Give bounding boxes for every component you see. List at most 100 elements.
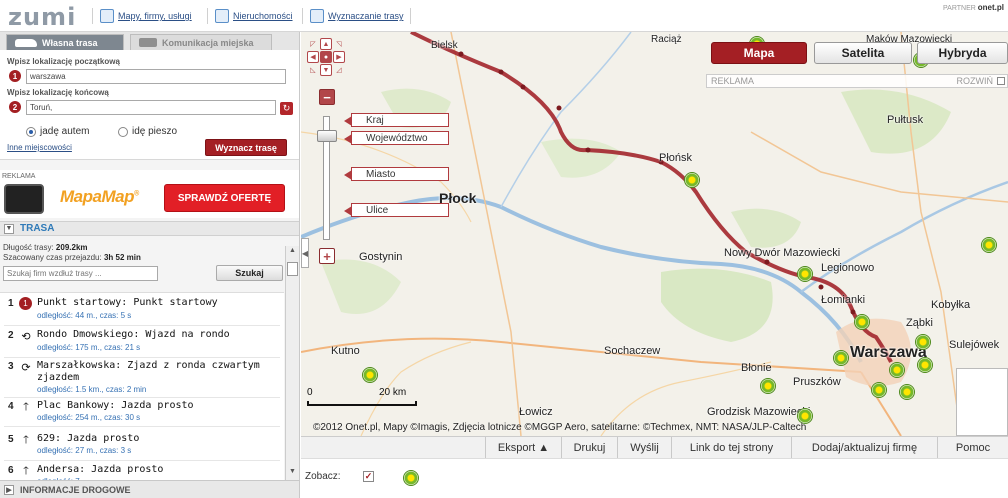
tab-public-transport-label: Komunikacja miejska (162, 37, 254, 48)
search-along-route-input[interactable] (3, 266, 158, 281)
bp-station-icon[interactable] (833, 350, 849, 366)
expand-triangle-icon[interactable]: ▶ (4, 484, 14, 495)
bp-station-icon[interactable] (917, 357, 933, 373)
pan-down-right-icon[interactable]: ◿ (333, 64, 345, 76)
bp-station-icon[interactable] (915, 334, 931, 350)
scroll-thumb[interactable] (287, 262, 298, 276)
map-type-satellite-button[interactable]: Satelita (814, 42, 912, 64)
bp-station-icon[interactable] (797, 266, 813, 282)
map-ad-strip[interactable]: REKLAMA ROZWIŃ (706, 74, 1008, 88)
pan-up-icon[interactable]: ▲ (320, 38, 332, 50)
pan-down-icon[interactable]: ▼ (320, 64, 332, 76)
zoom-in-button[interactable]: + (319, 248, 335, 264)
map-ad-label: REKLAMA (711, 76, 755, 86)
bp-station-icon[interactable] (362, 367, 378, 383)
place-zabki: Ząbki (906, 317, 933, 329)
add-company-button[interactable]: Dodaj/aktualizuj firmę (791, 437, 937, 459)
map-type-hybrid-button[interactable]: Hybryda (917, 42, 1008, 64)
roundabout-exit-icon: ⟳ (21, 361, 31, 374)
tab-own-route[interactable]: Własna trasa (6, 34, 124, 50)
send-button[interactable]: Wyślij (617, 437, 671, 459)
step-meta: odległość: 254 m., czas: 30 s (37, 413, 141, 422)
steps-scrollbar[interactable]: ▲ ▼ (285, 246, 299, 482)
search-button[interactable]: Szukaj (216, 265, 283, 281)
place-gostynin: Gostynin (359, 251, 403, 263)
step-number: 6 (8, 465, 14, 476)
pan-center-icon[interactable]: ● (320, 51, 332, 63)
zoom-level-streets[interactable]: Ulice (344, 203, 449, 217)
scale-zero: 0 (307, 387, 313, 398)
print-button[interactable]: Drukuj (561, 437, 617, 459)
collapse-panel-button[interactable]: ◀ (301, 238, 309, 268)
route-section-header[interactable]: ▼ TRASA (0, 221, 299, 236)
overview-minimap[interactable] (956, 368, 1008, 436)
bp-station-icon[interactable] (684, 172, 700, 188)
ad-offer-button[interactable]: SPRAWDŹ OFERTĘ (164, 184, 285, 212)
place-bielsk: Bielsk (431, 40, 458, 51)
collapse-triangle-icon[interactable]: ▼ (4, 223, 14, 234)
pan-up-left-icon[interactable]: ◸ (307, 38, 319, 50)
zoom-slider-thumb[interactable] (317, 130, 337, 142)
toplink-route-planning[interactable]: Wyznaczanie trasy (310, 8, 403, 24)
radio-dot (118, 126, 128, 137)
car-icon (15, 38, 37, 47)
zumi-logo[interactable]: zumi (8, 3, 76, 31)
map-type-map-button[interactable]: Mapa (711, 42, 807, 64)
arrow-up-icon: 🡑 (23, 400, 29, 413)
scroll-down-icon[interactable]: ▼ (287, 468, 298, 479)
route-length-value: 209.2km (55, 243, 88, 252)
traffic-info-bar[interactable]: ▶ INFORMACJE DROGOWE (0, 480, 299, 498)
pan-down-left-icon[interactable]: ◺ (307, 64, 319, 76)
bp-station-icon[interactable] (760, 378, 776, 394)
step-title: Marszałkowska: Zjazd z ronda czwartym zj… (37, 360, 260, 383)
partner-badge[interactable]: PARTNER onet.pl (943, 3, 1004, 12)
pan-right-icon[interactable]: ▶ (333, 51, 345, 63)
scroll-up-icon[interactable]: ▲ (287, 247, 298, 258)
bp-station-icon[interactable] (899, 384, 915, 400)
map-canvas[interactable]: Płock Płońsk Pułtusk Gostynin Nowy Dwór … (301, 32, 1008, 436)
step-number: 3 (8, 361, 14, 372)
zoom-out-button[interactable]: − (319, 89, 335, 105)
place-lowicz: Łowicz (519, 406, 553, 418)
place-kutno: Kutno (331, 345, 360, 357)
help-button[interactable]: Pomoc (937, 437, 1008, 459)
end-input[interactable] (26, 100, 276, 115)
export-button[interactable]: Eksport ▲ (485, 437, 561, 459)
toplink-real-estate[interactable]: Nieruchomości (215, 8, 293, 24)
mode-car-radio[interactable]: jadę autem (26, 126, 89, 137)
tab-public-transport[interactable]: Komunikacja miejska (130, 34, 272, 50)
legend-checkbox[interactable]: ✓ (363, 471, 374, 482)
expand-ad-checkbox[interactable] (997, 77, 1005, 85)
zoom-level-voivodeship[interactable]: Województwo (344, 131, 449, 145)
start-pin-icon: 1 (9, 70, 21, 82)
advertisement[interactable]: REKLAMA MapaMap® SPRAWDŹ OFERTĘ (0, 170, 299, 218)
toplink-maps[interactable]: Mapy, firmy, usługi (100, 8, 192, 24)
step-meta: odległość: 1.5 km., czas: 2 min (37, 385, 147, 394)
calculate-route-button[interactable]: Wyznacz trasę (205, 139, 287, 156)
bp-station-icon[interactable] (981, 237, 997, 253)
place-raciaz: Raciąż (651, 34, 682, 45)
mode-walk-radio[interactable]: idę pieszo (118, 126, 177, 137)
bp-station-icon[interactable] (854, 314, 870, 330)
route-length: Długość trasy: 209.2km (3, 243, 88, 252)
link-button[interactable]: Link do tej strony (671, 437, 791, 459)
swap-locations-button[interactable]: ↻ (280, 102, 293, 115)
app-root: zumi Mapy, firmy, usługi Nieruchomości W… (0, 0, 1008, 498)
step-divider (4, 460, 280, 461)
route-time-label: Szacowany czas przejazdu: (3, 253, 102, 262)
zoom-level-city[interactable]: Miasto (344, 167, 449, 181)
route-tabs: Własna trasa Komunikacja miejska (0, 32, 299, 50)
pan-left-icon[interactable]: ◀ (307, 51, 319, 63)
top-separator (410, 8, 411, 24)
bp-station-icon[interactable] (871, 382, 887, 398)
gps-device-icon (4, 184, 44, 214)
bp-station-icon[interactable] (889, 362, 905, 378)
expand-ad-link[interactable]: ROZWIŃ (957, 76, 994, 86)
zoom-level-country[interactable]: Kraj (344, 113, 449, 127)
partner-name: onet.pl (977, 3, 1004, 12)
start-input[interactable] (26, 69, 286, 84)
pan-up-right-icon[interactable]: ◹ (333, 38, 345, 50)
place-blonie: Błonie (741, 362, 772, 374)
other-places-link[interactable]: Inne miejscowości (7, 143, 72, 152)
step-divider (4, 397, 280, 398)
